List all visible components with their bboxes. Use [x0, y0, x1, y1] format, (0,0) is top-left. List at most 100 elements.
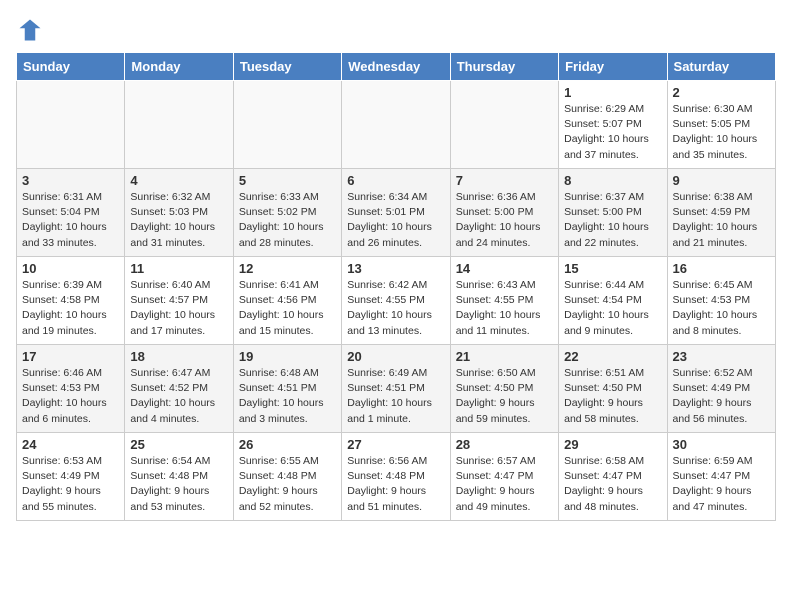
day-info: Sunrise: 6:38 AM Sunset: 4:59 PM Dayligh… — [673, 190, 770, 251]
day-number: 16 — [673, 261, 770, 276]
weekday-header-sunday: Sunday — [17, 53, 125, 81]
day-info: Sunrise: 6:29 AM Sunset: 5:07 PM Dayligh… — [564, 102, 661, 163]
calendar-cell: 20Sunrise: 6:49 AM Sunset: 4:51 PM Dayli… — [342, 345, 450, 433]
calendar-cell: 17 Sunrise: 6:46 AM Sunset: 4:53 PM Dayli… — [17, 345, 125, 433]
day-number: 10 — [22, 261, 119, 276]
day-info: Sunrise: 6:53 AM Sunset: 4:49 PM Dayligh… — [22, 454, 119, 515]
calendar-cell: 14Sunrise: 6:43 AM Sunset: 4:55 PM Dayli… — [450, 257, 558, 345]
day-number: 15 — [564, 261, 661, 276]
calendar-cell: 27 Sunrise: 6:56 AM Sunset: 4:48 PM Dayli… — [342, 433, 450, 521]
calendar-cell: 10 Sunrise: 6:39 AM Sunset: 4:58 PM Dayli… — [17, 257, 125, 345]
weekday-header-saturday: Saturday — [667, 53, 775, 81]
day-number: 30 — [673, 437, 770, 452]
calendar-cell — [342, 81, 450, 169]
day-number: 8 — [564, 173, 661, 188]
weekday-header-friday: Friday — [559, 53, 667, 81]
calendar-cell: 7 Sunrise: 6:36 AM Sunset: 5:00 PM Daylig… — [450, 169, 558, 257]
calendar-cell: 12 Sunrise: 6:41 AM Sunset: 4:56 PM Dayli… — [233, 257, 341, 345]
calendar-cell: 18 Sunrise: 6:47 AM Sunset: 4:52 PM Dayli… — [125, 345, 233, 433]
day-number: 19 — [239, 349, 336, 364]
calendar-cell: 13Sunrise: 6:42 AM Sunset: 4:55 PM Dayli… — [342, 257, 450, 345]
day-number: 2 — [673, 85, 770, 100]
day-number: 3 — [22, 173, 119, 188]
day-info: Sunrise: 6:56 AM Sunset: 4:48 PM Dayligh… — [347, 454, 444, 515]
calendar-cell: 24 Sunrise: 6:53 AM Sunset: 4:49 PM Dayli… — [17, 433, 125, 521]
day-number: 11 — [130, 261, 227, 276]
calendar-cell: 28 Sunrise: 6:57 AM Sunset: 4:47 PM Dayli… — [450, 433, 558, 521]
calendar-cell: 5 Sunrise: 6:33 AM Sunset: 5:02 PM Daylig… — [233, 169, 341, 257]
day-info: Sunrise: 6:58 AM Sunset: 4:47 PM Dayligh… — [564, 454, 661, 515]
day-info: Sunrise: 6:50 AM Sunset: 4:50 PM Dayligh… — [456, 366, 553, 427]
calendar-cell: 25Sunrise: 6:54 AM Sunset: 4:48 PM Dayli… — [125, 433, 233, 521]
day-number: 28 — [456, 437, 553, 452]
day-info: Sunrise: 6:39 AM Sunset: 4:58 PM Dayligh… — [22, 278, 119, 339]
calendar-cell: 6 Sunrise: 6:34 AM Sunset: 5:01 PM Daylig… — [342, 169, 450, 257]
day-info: Sunrise: 6:41 AM Sunset: 4:56 PM Dayligh… — [239, 278, 336, 339]
day-info: Sunrise: 6:52 AM Sunset: 4:49 PM Dayligh… — [673, 366, 770, 427]
day-info: Sunrise: 6:33 AM Sunset: 5:02 PM Dayligh… — [239, 190, 336, 251]
day-info: Sunrise: 6:42 AM Sunset: 4:55 PM Dayligh… — [347, 278, 444, 339]
day-number: 25 — [130, 437, 227, 452]
day-info: Sunrise: 6:37 AM Sunset: 5:00 PM Dayligh… — [564, 190, 661, 251]
day-info: Sunrise: 6:55 AM Sunset: 4:48 PM Dayligh… — [239, 454, 336, 515]
calendar-table: SundayMondayTuesdayWednesdayThursdayFrid… — [16, 52, 776, 521]
calendar-cell — [450, 81, 558, 169]
day-info: Sunrise: 6:31 AM Sunset: 5:04 PM Dayligh… — [22, 190, 119, 251]
calendar-cell: 30Sunrise: 6:59 AM Sunset: 4:47 PM Dayli… — [667, 433, 775, 521]
weekday-header-monday: Monday — [125, 53, 233, 81]
day-info: Sunrise: 6:36 AM Sunset: 5:00 PM Dayligh… — [456, 190, 553, 251]
logo — [16, 16, 48, 44]
calendar-header: SundayMondayTuesdayWednesdayThursdayFrid… — [17, 53, 776, 81]
calendar-cell — [125, 81, 233, 169]
weekday-row: SundayMondayTuesdayWednesdayThursdayFrid… — [17, 53, 776, 81]
day-number: 27 — [347, 437, 444, 452]
calendar-cell: 1 Sunrise: 6:29 AM Sunset: 5:07 PM Daylig… — [559, 81, 667, 169]
day-info: Sunrise: 6:48 AM Sunset: 4:51 PM Dayligh… — [239, 366, 336, 427]
day-info: Sunrise: 6:32 AM Sunset: 5:03 PM Dayligh… — [130, 190, 227, 251]
calendar-body: 1 Sunrise: 6:29 AM Sunset: 5:07 PM Daylig… — [17, 81, 776, 521]
day-number: 17 — [22, 349, 119, 364]
day-number: 18 — [130, 349, 227, 364]
day-number: 1 — [564, 85, 661, 100]
calendar-cell: 26 Sunrise: 6:55 AM Sunset: 4:48 PM Dayli… — [233, 433, 341, 521]
week-row-5: 24 Sunrise: 6:53 AM Sunset: 4:49 PM Dayli… — [17, 433, 776, 521]
day-info: Sunrise: 6:40 AM Sunset: 4:57 PM Dayligh… — [130, 278, 227, 339]
day-number: 22 — [564, 349, 661, 364]
day-info: Sunrise: 6:45 AM Sunset: 4:53 PM Dayligh… — [673, 278, 770, 339]
weekday-header-wednesday: Wednesday — [342, 53, 450, 81]
calendar-cell — [233, 81, 341, 169]
calendar-cell: 23 Sunrise: 6:52 AM Sunset: 4:49 PM Dayli… — [667, 345, 775, 433]
calendar-cell: 11 Sunrise: 6:40 AM Sunset: 4:57 PM Dayli… — [125, 257, 233, 345]
week-row-2: 3 Sunrise: 6:31 AM Sunset: 5:04 PM Daylig… — [17, 169, 776, 257]
day-info: Sunrise: 6:46 AM Sunset: 4:53 PM Dayligh… — [22, 366, 119, 427]
weekday-header-tuesday: Tuesday — [233, 53, 341, 81]
day-number: 9 — [673, 173, 770, 188]
calendar-cell: 21Sunrise: 6:50 AM Sunset: 4:50 PM Dayli… — [450, 345, 558, 433]
day-number: 24 — [22, 437, 119, 452]
calendar-cell: 22Sunrise: 6:51 AM Sunset: 4:50 PM Dayli… — [559, 345, 667, 433]
day-number: 29 — [564, 437, 661, 452]
day-number: 5 — [239, 173, 336, 188]
week-row-3: 10 Sunrise: 6:39 AM Sunset: 4:58 PM Dayli… — [17, 257, 776, 345]
page-header — [16, 16, 776, 44]
day-info: Sunrise: 6:30 AM Sunset: 5:05 PM Dayligh… — [673, 102, 770, 163]
day-number: 7 — [456, 173, 553, 188]
day-number: 23 — [673, 349, 770, 364]
day-number: 26 — [239, 437, 336, 452]
week-row-4: 17 Sunrise: 6:46 AM Sunset: 4:53 PM Dayli… — [17, 345, 776, 433]
day-number: 20 — [347, 349, 444, 364]
calendar-cell: 3 Sunrise: 6:31 AM Sunset: 5:04 PM Daylig… — [17, 169, 125, 257]
calendar-cell — [17, 81, 125, 169]
day-number: 12 — [239, 261, 336, 276]
calendar-cell: 9 Sunrise: 6:38 AM Sunset: 4:59 PM Daylig… — [667, 169, 775, 257]
day-number: 6 — [347, 173, 444, 188]
day-number: 14 — [456, 261, 553, 276]
day-info: Sunrise: 6:47 AM Sunset: 4:52 PM Dayligh… — [130, 366, 227, 427]
day-info: Sunrise: 6:57 AM Sunset: 4:47 PM Dayligh… — [456, 454, 553, 515]
day-info: Sunrise: 6:34 AM Sunset: 5:01 PM Dayligh… — [347, 190, 444, 251]
calendar-cell: 16 Sunrise: 6:45 AM Sunset: 4:53 PM Dayli… — [667, 257, 775, 345]
week-row-1: 1 Sunrise: 6:29 AM Sunset: 5:07 PM Daylig… — [17, 81, 776, 169]
calendar-cell: 29 Sunrise: 6:58 AM Sunset: 4:47 PM Dayli… — [559, 433, 667, 521]
day-info: Sunrise: 6:44 AM Sunset: 4:54 PM Dayligh… — [564, 278, 661, 339]
calendar-cell: 15 Sunrise: 6:44 AM Sunset: 4:54 PM Dayli… — [559, 257, 667, 345]
